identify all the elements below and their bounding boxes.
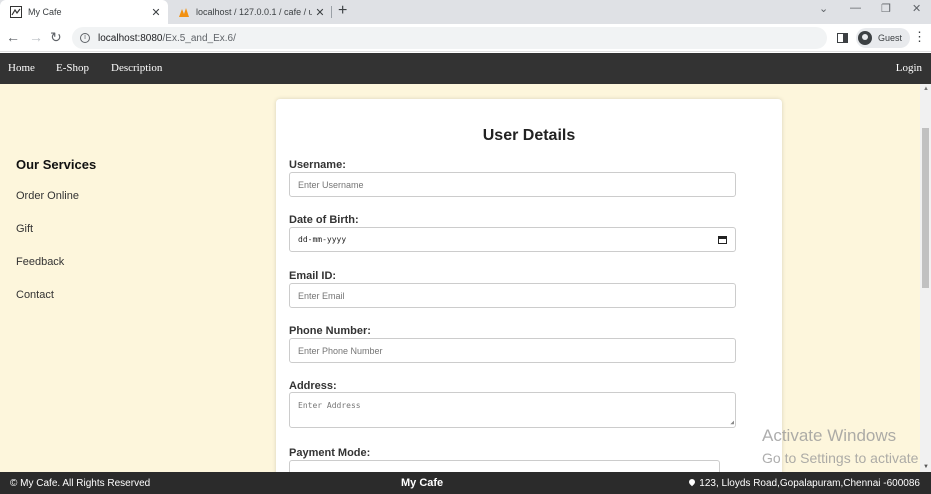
page-content: Our Services Order Online Gift Feedback … <box>0 84 920 472</box>
cafe-favicon-icon <box>10 6 22 18</box>
tab-search-icon[interactable]: ⌄ <box>819 2 828 15</box>
tab-separator <box>331 6 332 18</box>
close-tab-icon[interactable]: ✕ <box>148 6 164 19</box>
tab-phpmyadmin[interactable]: localhost / 127.0.0.1 / cafe / user ✕ <box>168 0 332 24</box>
payment-select[interactable] <box>289 460 720 472</box>
site-info-icon[interactable]: i <box>80 33 90 43</box>
side-panel-icon[interactable] <box>837 33 848 43</box>
service-feedback[interactable]: Feedback <box>16 256 96 289</box>
phone-label: Phone Number: <box>289 325 371 337</box>
address-placeholder: Enter Address <box>298 401 361 410</box>
address-textarea[interactable]: Enter Address ◢ <box>289 392 736 428</box>
minimize-icon[interactable]: — <box>850 2 861 14</box>
email-placeholder: Enter Email <box>298 290 345 301</box>
activate-windows-subtitle: Go to Settings to activate <box>762 450 919 466</box>
site-footer: © My Cafe. All Rights Reserved My Cafe 1… <box>0 472 931 494</box>
nav-eshop[interactable]: E-Shop <box>56 62 89 74</box>
activate-windows-title: Activate Windows <box>762 426 897 445</box>
scroll-up-icon[interactable]: ▲ <box>923 86 929 92</box>
nav-home[interactable]: Home <box>8 62 35 74</box>
service-order-online[interactable]: Order Online <box>16 190 96 223</box>
url-host: localhost:8080 <box>98 32 163 44</box>
username-placeholder: Enter Username <box>298 179 364 190</box>
new-tab-icon[interactable]: + <box>338 2 347 20</box>
username-input[interactable]: Enter Username <box>289 172 736 197</box>
email-label: Email ID: <box>289 270 337 282</box>
dob-label: Date of Birth: <box>289 214 359 226</box>
avatar-icon <box>858 31 872 45</box>
forward-icon[interactable]: → <box>29 29 43 45</box>
location-pin-icon <box>688 477 697 487</box>
url-path: /Ex.5_and_Ex.6/ <box>162 32 236 44</box>
dob-value: dd-mm-yyyy <box>298 235 347 244</box>
browser-toolbar: ← → ↻ i localhost:8080/Ex.5_and_Ex.6/ Gu… <box>0 24 931 52</box>
email-input[interactable]: Enter Email <box>289 283 736 308</box>
site-navbar: Home E-Shop Description Login <box>0 53 931 84</box>
restore-icon[interactable]: ❐ <box>881 2 891 15</box>
reload-icon[interactable]: ↻ <box>50 29 62 46</box>
payment-label: Payment Mode: <box>289 447 371 459</box>
resize-handle-icon[interactable]: ◢ <box>730 419 734 426</box>
footer-copyright: © My Cafe. All Rights Reserved <box>10 478 151 489</box>
scroll-down-icon[interactable]: ▼ <box>923 464 929 470</box>
footer-address: 123, Lloyds Road,Gopalapuram,Chennai -60… <box>688 477 920 489</box>
footer-brand: My Cafe <box>401 477 444 489</box>
form-title: User Details <box>482 127 576 144</box>
scrollbar-thumb[interactable] <box>922 128 929 288</box>
footer-address-text: 123, Lloyds Road,Gopalapuram,Chennai -60… <box>699 478 920 489</box>
close-tab-icon[interactable]: ✕ <box>312 6 328 19</box>
address-label: Address: <box>289 380 337 392</box>
services-sidebar: Our Services Order Online Gift Feedback … <box>16 157 96 322</box>
nav-login[interactable]: Login <box>896 62 922 74</box>
close-window-icon[interactable]: ✕ <box>912 2 921 15</box>
tab-my-cafe[interactable]: My Cafe ✕ <box>0 0 168 24</box>
service-contact[interactable]: Contact <box>16 289 96 322</box>
nav-description[interactable]: Description <box>111 62 162 74</box>
back-icon[interactable]: ← <box>6 29 20 45</box>
calendar-icon[interactable] <box>718 235 727 244</box>
service-gift[interactable]: Gift <box>16 223 96 256</box>
phone-placeholder: Enter Phone Number <box>298 345 383 356</box>
url-text: localhost:8080/Ex.5_and_Ex.6/ <box>98 33 236 44</box>
phpmyadmin-favicon-icon <box>178 6 190 18</box>
user-details-form: User Details Username: Enter Username Da… <box>276 99 782 472</box>
tab-title: localhost / 127.0.0.1 / cafe / user <box>196 7 312 17</box>
username-label: Username: <box>289 159 346 171</box>
browser-tab-bar: My Cafe ✕ localhost / 127.0.0.1 / cafe /… <box>0 0 931 24</box>
browser-menu-icon[interactable]: ⋮ <box>913 29 926 45</box>
address-bar[interactable]: i localhost:8080/Ex.5_and_Ex.6/ <box>72 27 827 49</box>
phone-input[interactable]: Enter Phone Number <box>289 338 736 363</box>
page-scrollbar[interactable]: ▲ ▼ <box>920 84 931 472</box>
dob-input[interactable]: dd-mm-yyyy <box>289 227 736 252</box>
services-title: Our Services <box>16 157 97 172</box>
tab-title: My Cafe <box>28 7 62 17</box>
profile-button[interactable]: Guest <box>856 28 911 48</box>
profile-label: Guest <box>878 33 903 43</box>
